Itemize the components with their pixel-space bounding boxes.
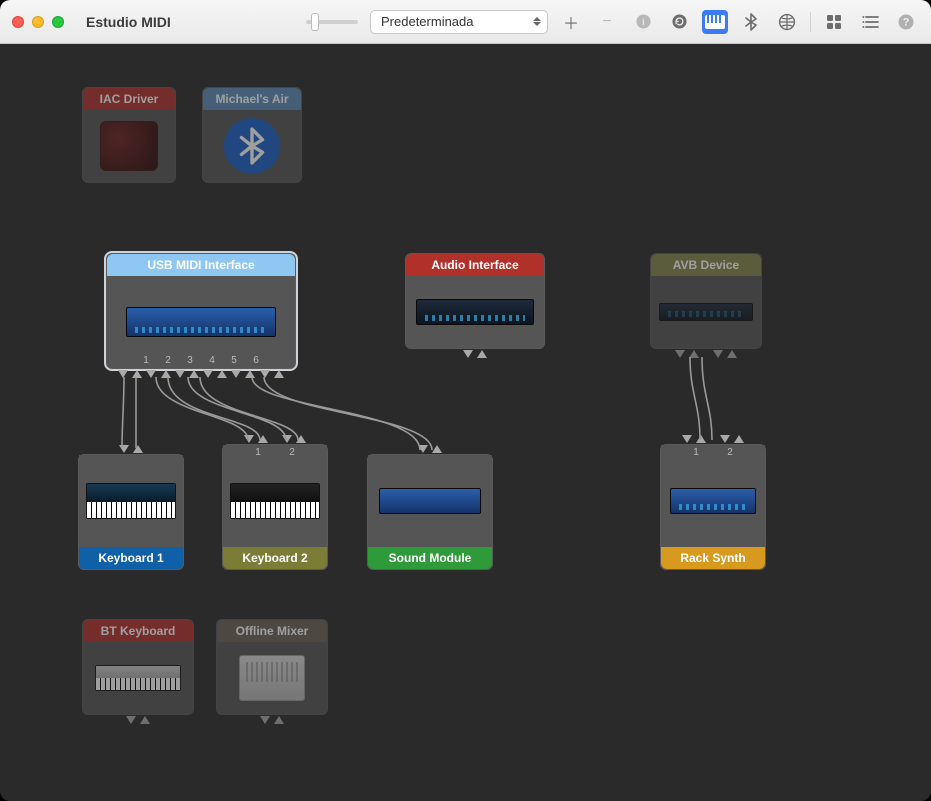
device-label: Keyboard 2 (223, 547, 327, 569)
device-label: Keyboard 1 (79, 547, 183, 569)
keyboard-icon (86, 483, 175, 519)
device-label: Rack Synth (661, 547, 765, 569)
midi-studio-button[interactable] (702, 10, 728, 34)
port-numbers: 1 2 (223, 447, 327, 458)
add-device-button[interactable]: ＋ (558, 10, 584, 34)
port-numbers: 1 2 (661, 447, 765, 458)
keyboard-icon (230, 483, 319, 519)
svg-text:i: i (642, 17, 645, 27)
device-label: Michael's Air (203, 88, 301, 110)
device-iac-driver[interactable]: IAC Driver (82, 87, 176, 183)
device-label: Offline Mixer (217, 620, 327, 642)
window-controls (12, 16, 64, 28)
midi-studio-canvas[interactable]: IAC Driver Michael's Air USB MIDI Interf… (0, 44, 931, 801)
titlebar: Estudio MIDI Predeterminada ＋ − i ? (0, 0, 931, 44)
device-usb-midi-interface[interactable]: USB MIDI Interface 1 2 3 4 5 6 (106, 253, 296, 369)
device-offline-mixer[interactable]: Offline Mixer (216, 619, 328, 715)
minimize-window-button[interactable] (32, 16, 44, 28)
remove-device-button[interactable]: − (594, 10, 620, 34)
avb-device-icon (659, 303, 754, 321)
device-sound-module[interactable]: Sound Module (367, 454, 493, 570)
bluetooth-icon (224, 118, 280, 174)
grid-view-button[interactable] (821, 10, 847, 34)
rack-synth-icon (670, 488, 755, 514)
device-label: AVB Device (651, 254, 761, 276)
midi-port-icons (217, 716, 327, 724)
zoom-window-button[interactable] (52, 16, 64, 28)
device-keyboard-2[interactable]: 1 2 Keyboard 2 (222, 444, 328, 570)
window-title: Estudio MIDI (86, 14, 171, 30)
midi-port-icons (83, 716, 193, 724)
midi-port-icons (406, 350, 544, 358)
midi-port-icons (661, 435, 765, 443)
device-keyboard-1[interactable]: Keyboard 1 (78, 454, 184, 570)
device-bt-keyboard[interactable]: BT Keyboard (82, 619, 194, 715)
icon-size-slider[interactable] (306, 12, 360, 32)
network-button[interactable] (774, 10, 800, 34)
configuration-selected: Predeterminada (381, 14, 474, 29)
info-button[interactable]: i (630, 10, 656, 34)
device-bt-host[interactable]: Michael's Air (202, 87, 302, 183)
svg-text:?: ? (903, 16, 910, 28)
device-label: IAC Driver (83, 88, 175, 110)
device-label: Sound Module (368, 547, 492, 569)
device-label: USB MIDI Interface (107, 254, 295, 276)
device-rack-synth[interactable]: 1 2 Rack Synth (660, 444, 766, 570)
device-avb[interactable]: AVB Device (650, 253, 762, 349)
device-label: BT Keyboard (83, 620, 193, 642)
device-audio-interface[interactable]: Audio Interface (405, 253, 545, 349)
rescan-midi-button[interactable] (666, 10, 692, 34)
device-label: Audio Interface (406, 254, 544, 276)
chevron-up-down-icon (533, 17, 541, 26)
midi-port-icons (651, 350, 761, 358)
midi-port-icons (368, 445, 492, 453)
help-button[interactable]: ? (893, 10, 919, 34)
midi-port-icons (79, 445, 183, 453)
iac-icon (100, 121, 158, 171)
audio-interface-icon (416, 299, 535, 325)
midi-port-icons (107, 370, 295, 378)
bluetooth-button[interactable] (738, 10, 764, 34)
midi-port-icons (223, 435, 327, 443)
list-view-button[interactable] (857, 10, 883, 34)
close-window-button[interactable] (12, 16, 24, 28)
mixer-icon (239, 655, 305, 701)
usb-interface-icon (126, 307, 276, 337)
sound-module-icon (379, 488, 481, 514)
port-numbers: 1 2 3 4 5 6 (107, 355, 295, 366)
keyboard-icon (95, 665, 181, 691)
configuration-dropdown[interactable]: Predeterminada (370, 10, 548, 34)
